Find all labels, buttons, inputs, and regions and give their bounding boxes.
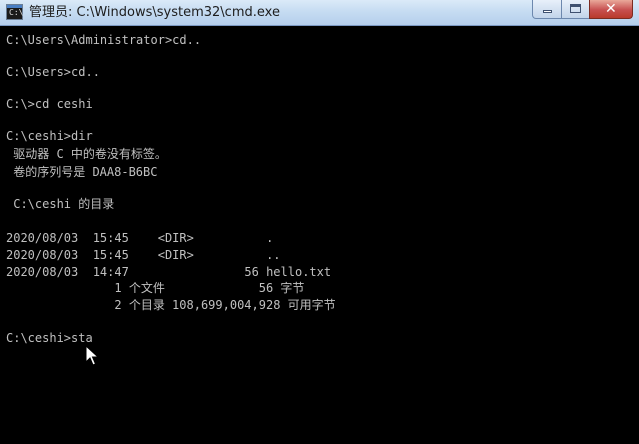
title-bar[interactable]: C:\ 管理员: C:\Windows\system32\cmd.exe ✕ [0, 0, 639, 26]
console-line: C:\ceshi 的目录 [6, 197, 115, 211]
window-title: 管理员: C:\Windows\system32\cmd.exe [29, 5, 280, 20]
console-line: 1 个文件 56 字节 [6, 281, 305, 295]
console-line: 2020/08/03 15:45 <DIR> . [6, 231, 274, 245]
console-line: 2020/08/03 15:45 <DIR> .. [6, 248, 281, 262]
cmd-window: C:\ 管理员: C:\Windows\system32\cmd.exe ✕ C… [0, 0, 639, 444]
console-line: 驱动器 C 中的卷没有标签。 [6, 147, 167, 161]
console-line: C:\ceshi>dir [6, 129, 93, 143]
maximize-button[interactable] [561, 0, 590, 19]
minimize-icon [543, 10, 552, 13]
close-icon: ✕ [605, 1, 617, 17]
mouse-pointer-icon [85, 345, 99, 366]
console-line: C:\>cd ceshi [6, 97, 93, 111]
console-output[interactable]: C:\Users\Administrator>cd.. C:\Users>cd.… [0, 26, 639, 444]
cmd-console-icon[interactable]: C:\ [6, 4, 23, 20]
console-line: 2020/08/03 14:47 56 hello.txt [6, 265, 332, 279]
console-line: 卷的序列号是 DAA8-B6BC [6, 165, 158, 179]
minimize-button[interactable] [532, 0, 562, 19]
close-button[interactable]: ✕ [589, 0, 633, 19]
console-line: 2 个目录 108,699,004,928 可用字节 [6, 298, 336, 312]
maximize-icon [570, 4, 581, 13]
console-prompt-line[interactable]: C:\ceshi>sta [6, 330, 93, 346]
console-line: C:\Users>cd.. [6, 65, 100, 79]
console-line: C:\Users\Administrator>cd.. [6, 33, 202, 47]
